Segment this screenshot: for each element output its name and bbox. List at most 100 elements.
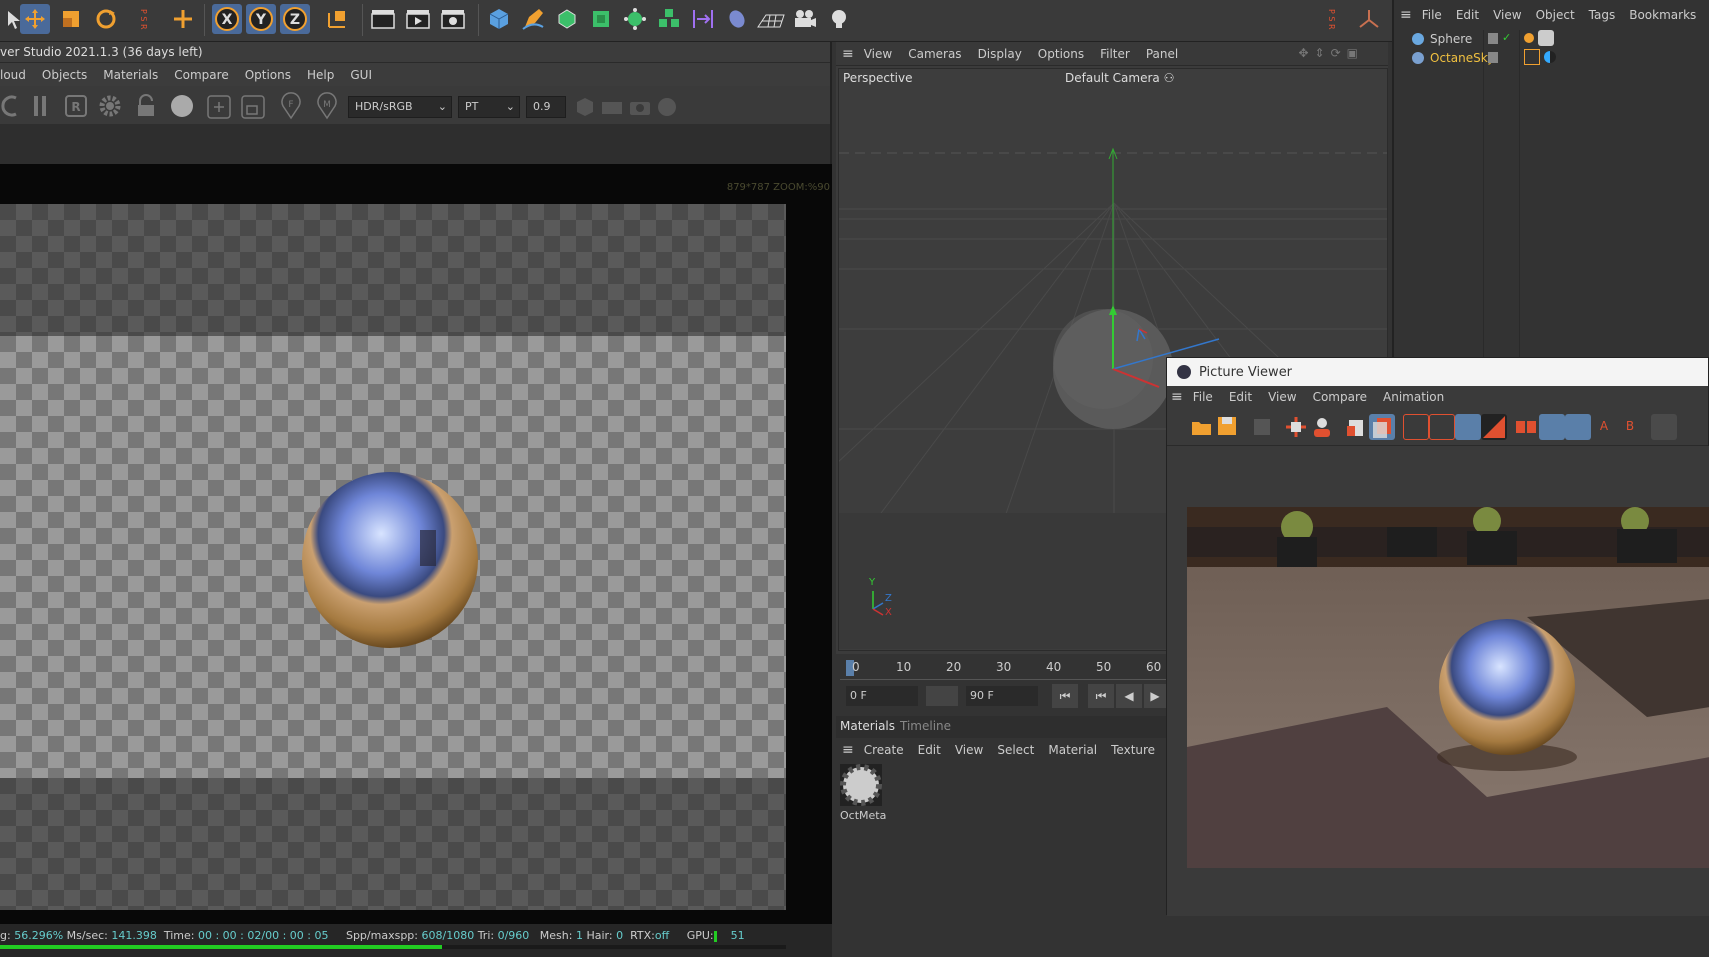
region-render-icon[interactable]: R	[64, 94, 88, 118]
restart-icon[interactable]	[0, 94, 20, 118]
move-icon[interactable]	[20, 4, 50, 34]
menu-item-cloud[interactable]: loud	[0, 68, 26, 82]
material-menu-view[interactable]: View	[955, 743, 983, 757]
psr-icon[interactable]: P S R	[1316, 4, 1346, 34]
play-icon[interactable]: ▶	[1144, 684, 1166, 708]
symmetry-icon[interactable]	[688, 4, 718, 34]
save-icon[interactable]	[1215, 414, 1241, 440]
viewport-menu-view[interactable]: View	[864, 47, 892, 61]
add-region-icon[interactable]	[206, 94, 232, 120]
material-item[interactable]: OctMeta	[840, 764, 886, 824]
pv-menu-animation[interactable]: Animation	[1383, 390, 1444, 404]
hamburger-icon[interactable]: ≡	[1171, 389, 1183, 405]
prev-frame-icon[interactable]: ◀	[1116, 684, 1142, 708]
pen-icon[interactable]	[518, 4, 548, 34]
start-frame-field[interactable]: 0 F	[846, 686, 918, 706]
object-row[interactable]: Sphere ✓	[1394, 30, 1709, 49]
set-a-icon[interactable]: A	[1591, 414, 1617, 440]
film-icon[interactable]	[600, 96, 624, 118]
viewport-menu-display[interactable]: Display	[978, 47, 1022, 61]
object-menu-tags[interactable]: Tags	[1589, 8, 1616, 22]
material-menu-create[interactable]: Create	[864, 743, 904, 757]
channel-icon[interactable]	[1455, 414, 1481, 440]
menu-item-gui[interactable]: GUI	[350, 68, 372, 82]
floor-icon[interactable]	[756, 4, 786, 34]
menu-item-compare[interactable]: Compare	[174, 68, 228, 82]
value-field[interactable]: 0.9	[526, 96, 566, 118]
picture-viewer-canvas[interactable]	[1167, 446, 1709, 916]
viewport-menu-panel[interactable]: Panel	[1146, 47, 1178, 61]
texture-tag-icon[interactable]	[1524, 49, 1540, 65]
tab-timeline[interactable]: Timeline	[900, 719, 951, 733]
x-axis-icon[interactable]: X	[212, 4, 242, 34]
menu-item-options[interactable]: Options	[245, 68, 291, 82]
swap-icon[interactable]	[1651, 414, 1677, 440]
deformer-icon[interactable]	[722, 4, 752, 34]
material-menu-texture[interactable]: Texture	[1111, 743, 1155, 757]
hexagon-icon[interactable]	[574, 96, 596, 118]
mograph-icon[interactable]	[620, 4, 650, 34]
layer-icon[interactable]	[1488, 52, 1498, 63]
render-region-icon[interactable]	[368, 4, 398, 34]
extrude-icon[interactable]	[586, 4, 616, 34]
pv-menu-file[interactable]: File	[1193, 390, 1213, 404]
tone-mapping-select[interactable]: HDR/sRGB ⌄	[348, 96, 452, 118]
circle-icon[interactable]	[656, 96, 678, 118]
end-frame-field[interactable]: 90 F	[966, 686, 1038, 706]
object-menu-file[interactable]: File	[1422, 8, 1442, 22]
y-axis-icon[interactable]: Y	[246, 4, 276, 34]
alpha-icon[interactable]	[1481, 414, 1507, 440]
view-mode-icon[interactable]	[1403, 414, 1429, 440]
pv-menu-compare[interactable]: Compare	[1313, 390, 1367, 404]
camera-icon[interactable]	[790, 4, 820, 34]
z-axis-icon[interactable]: Z	[280, 4, 310, 34]
octane-tag-icon[interactable]	[1538, 30, 1554, 46]
go-to-start-icon[interactable]: ⏮	[1052, 684, 1078, 708]
environment-tag-icon[interactable]	[1544, 51, 1556, 63]
rotate-icon[interactable]	[91, 4, 121, 34]
add-icon[interactable]	[168, 4, 198, 34]
view-mode-icon[interactable]	[1429, 414, 1455, 440]
delete-frame-icon[interactable]	[1343, 414, 1369, 440]
pause-icon[interactable]	[32, 94, 48, 118]
compare-icon[interactable]	[1513, 414, 1539, 440]
set-b-icon[interactable]: B	[1617, 414, 1643, 440]
object-menu-edit[interactable]: Edit	[1456, 8, 1479, 22]
lock-icon[interactable]	[134, 94, 158, 118]
material-menu-select[interactable]: Select	[997, 743, 1034, 757]
range-slider[interactable]	[926, 686, 958, 706]
cube-icon[interactable]	[484, 4, 514, 34]
picture-viewer-titlebar[interactable]: Picture Viewer	[1167, 358, 1708, 386]
stop-render-icon[interactable]	[1249, 414, 1275, 440]
hamburger-icon[interactable]: ≡	[842, 742, 854, 758]
user-icon[interactable]	[1309, 414, 1335, 440]
open-folder-icon[interactable]	[1189, 414, 1215, 440]
render-view-icon[interactable]	[403, 4, 433, 34]
region-icon[interactable]	[1283, 414, 1309, 440]
menu-item-materials[interactable]: Materials	[103, 68, 158, 82]
menu-item-help[interactable]: Help	[307, 68, 334, 82]
checkmark-icon[interactable]: ✓	[1502, 31, 1511, 44]
compare-ab-icon[interactable]	[1539, 414, 1565, 440]
subdivision-icon[interactable]	[552, 4, 582, 34]
coordinate-system-icon[interactable]	[322, 4, 352, 34]
psr-icon[interactable]: P S R	[128, 4, 158, 34]
cloner-icon[interactable]	[654, 4, 684, 34]
object-menu-view[interactable]: View	[1493, 8, 1521, 22]
hamburger-icon[interactable]: ≡	[1400, 7, 1412, 23]
hamburger-icon[interactable]: ≡	[842, 46, 854, 62]
timeline-ruler[interactable]: 0 10 20 30 40 50 60	[840, 658, 1166, 680]
light-icon[interactable]	[824, 4, 854, 34]
material-pin-icon[interactable]: M	[314, 92, 340, 120]
object-menu-object[interactable]: Object	[1536, 8, 1575, 22]
tab-materials[interactable]: Materials	[840, 719, 895, 733]
camera-snapshot-icon[interactable]	[628, 96, 652, 118]
kernel-select[interactable]: PT ⌄	[458, 96, 520, 118]
layer-icon[interactable]	[1488, 33, 1498, 44]
focus-pin-icon[interactable]: F	[278, 92, 304, 120]
viewport-nav-icons[interactable]: ✥⇕⟳▣	[1298, 46, 1364, 60]
render-settings-icon[interactable]	[438, 4, 468, 34]
object-menu-bookmarks[interactable]: Bookmarks	[1629, 8, 1696, 22]
settings-gear-icon[interactable]	[98, 94, 122, 118]
pv-menu-view[interactable]: View	[1268, 390, 1296, 404]
